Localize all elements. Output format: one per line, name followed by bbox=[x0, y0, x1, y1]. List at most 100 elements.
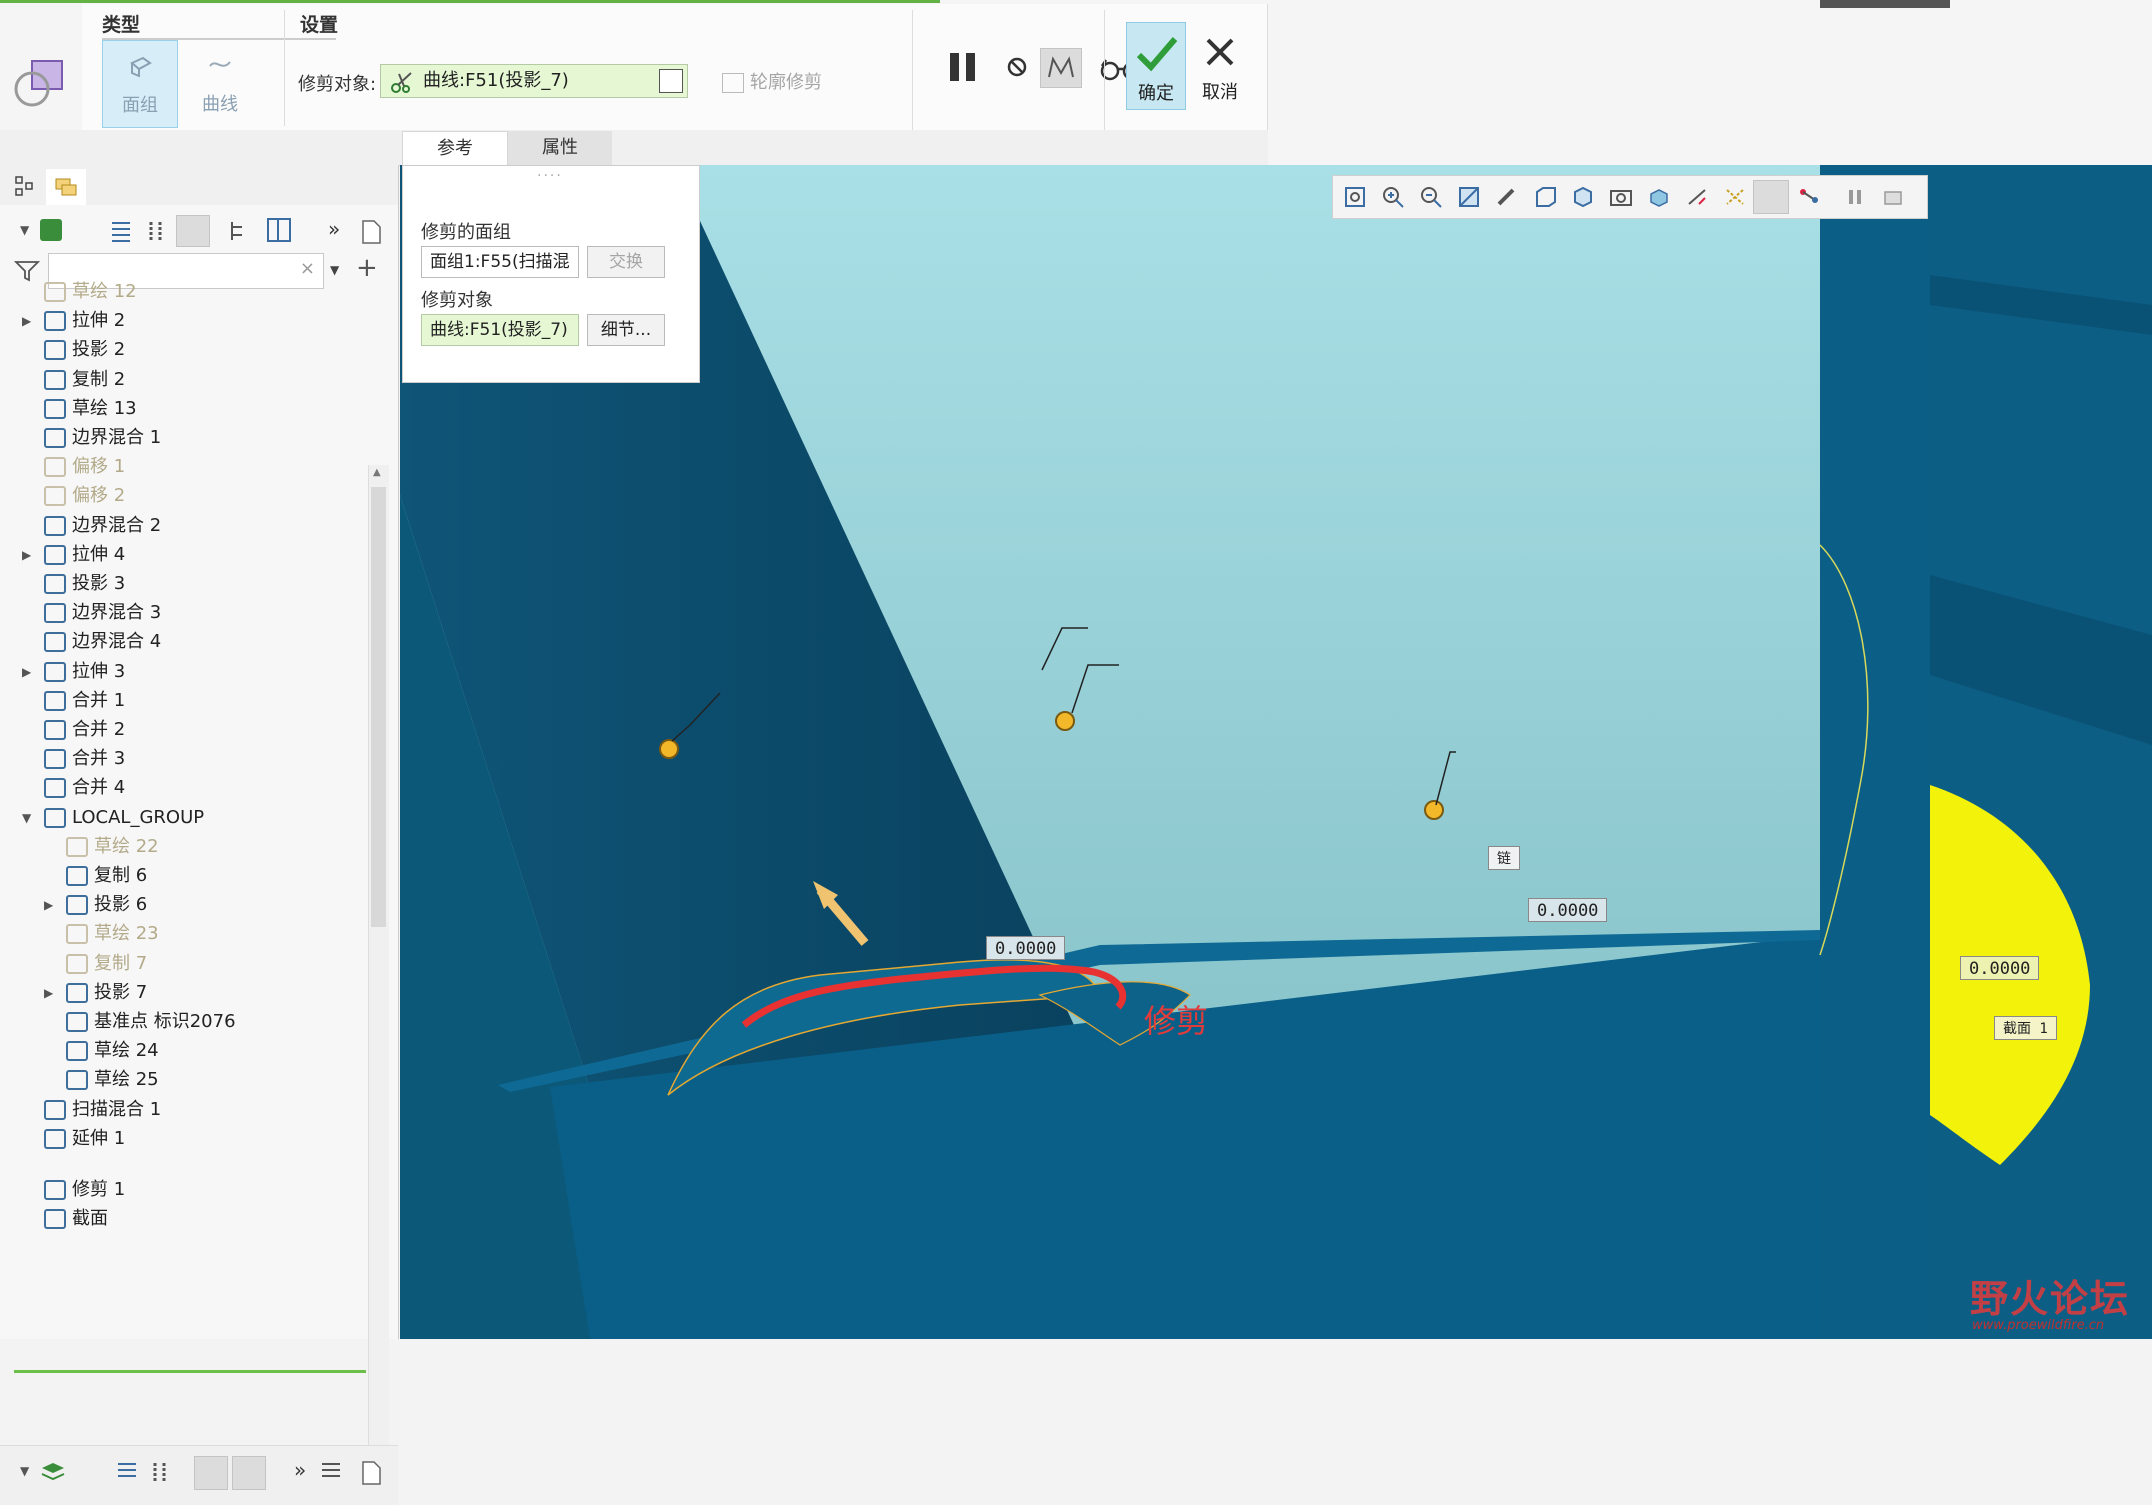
tree-item[interactable]: 基准点 标识2076 bbox=[66, 1007, 236, 1037]
tree-expand-icon[interactable]: ▶ bbox=[22, 540, 31, 570]
contour-trim-toggle[interactable]: 轮廓修剪 bbox=[722, 68, 822, 94]
list-view-icon[interactable] bbox=[108, 219, 134, 243]
layer-show-button[interactable] bbox=[194, 1456, 228, 1490]
document-icon[interactable] bbox=[360, 219, 382, 245]
tree-expand-icon[interactable]: ▶ bbox=[44, 890, 53, 920]
datum-plane-icon[interactable] bbox=[1685, 186, 1709, 208]
model-tree-tab-icon[interactable] bbox=[14, 175, 36, 197]
spin-center-icon[interactable] bbox=[1797, 186, 1821, 208]
tab-references[interactable]: 参考 bbox=[402, 131, 508, 166]
chain-tag[interactable]: 链 bbox=[1488, 846, 1520, 870]
pick-object-icon[interactable] bbox=[659, 69, 683, 93]
search-dropdown-icon[interactable]: ▼ bbox=[330, 263, 339, 277]
clear-search-icon[interactable]: × bbox=[300, 258, 315, 279]
filter-icon[interactable] bbox=[14, 259, 40, 283]
layer-more-icon[interactable]: » bbox=[294, 1458, 306, 1482]
tree-item[interactable]: 合并 3 bbox=[44, 744, 125, 774]
tree-collapse-arrow[interactable]: ▼ bbox=[20, 223, 29, 237]
tab-properties[interactable]: 属性 bbox=[508, 131, 612, 165]
feature-preview-button[interactable] bbox=[1040, 48, 1082, 88]
trim-object-panel-field[interactable]: 曲线:F51(投影_7) bbox=[421, 314, 579, 346]
tree-item[interactable]: 投影 2 bbox=[44, 335, 125, 365]
annotation-display-button[interactable] bbox=[1753, 180, 1789, 214]
tree-settings-button[interactable] bbox=[176, 215, 210, 247]
tree-item[interactable]: 投影 3 bbox=[44, 569, 125, 599]
display-style-icon[interactable] bbox=[1533, 186, 1557, 208]
type-curve-button[interactable]: 曲线 bbox=[182, 40, 258, 128]
dim-label-left[interactable]: 0.0000 bbox=[986, 936, 1066, 960]
tree-item[interactable]: 偏移 1 bbox=[44, 452, 125, 482]
layer-columns-icon[interactable] bbox=[152, 1460, 168, 1484]
section-drag-handle[interactable] bbox=[1424, 800, 1444, 820]
tree-item[interactable]: 复制 2 bbox=[44, 365, 125, 395]
dim-label-right[interactable]: 0.0000 bbox=[1528, 898, 1608, 922]
tree-item[interactable]: 合并 2 bbox=[44, 715, 125, 745]
tree-scrollbar[interactable]: ▲ ▼ bbox=[368, 465, 389, 1445]
end-drag-handle[interactable] bbox=[1055, 711, 1075, 731]
confirm-button[interactable]: 确定 bbox=[1126, 22, 1186, 110]
tree-item[interactable]: 草绘 13 bbox=[44, 394, 137, 424]
scroll-thumb[interactable] bbox=[371, 487, 386, 927]
tree-item[interactable]: 截面 bbox=[44, 1204, 108, 1234]
tree-item[interactable]: 复制 6 bbox=[66, 861, 147, 891]
add-icon[interactable]: + bbox=[356, 253, 378, 283]
tree-item[interactable]: 草绘 22 bbox=[66, 832, 159, 862]
scroll-up-icon[interactable]: ▲ bbox=[373, 467, 381, 478]
tree-filter-icon[interactable] bbox=[228, 219, 254, 243]
repaint-icon[interactable] bbox=[1457, 186, 1481, 208]
dim-label-far-right[interactable]: 0.0000 bbox=[1960, 956, 2040, 980]
perspective-icon[interactable] bbox=[1495, 186, 1519, 208]
type-quilt-button[interactable]: 面组 bbox=[102, 40, 178, 128]
trimmed-quilt-field[interactable]: 面组1:F55(扫描混 bbox=[421, 246, 579, 278]
refit-icon[interactable] bbox=[1343, 186, 1367, 208]
tree-columns-icon[interactable] bbox=[266, 217, 292, 243]
zoom-in-icon[interactable] bbox=[1381, 186, 1405, 208]
tree-item[interactable]: ▶ 拉伸 3 bbox=[22, 657, 125, 687]
tree-item[interactable]: 合并 1 bbox=[44, 686, 125, 716]
trim-object-field[interactable]: 曲线:F51(投影_7) bbox=[380, 64, 688, 98]
tree-item[interactable]: 边界混合 4 bbox=[44, 627, 161, 657]
layer-collapse-arrow[interactable]: ▼ bbox=[20, 1464, 29, 1478]
tree-item[interactable]: ▶ 投影 6 bbox=[44, 890, 147, 920]
cancel-button[interactable]: 取消 bbox=[1190, 22, 1250, 110]
tree-item[interactable]: 修剪 1 bbox=[44, 1175, 125, 1205]
tree-expand-icon[interactable]: ▶ bbox=[22, 306, 31, 336]
layer-hide-button[interactable] bbox=[232, 1456, 266, 1490]
tree-item[interactable]: 延伸 1 bbox=[44, 1124, 125, 1154]
more-icon[interactable]: » bbox=[328, 217, 340, 241]
tree-item[interactable]: 扫描混合 1 bbox=[44, 1095, 161, 1125]
tree-expand-icon[interactable]: ▶ bbox=[44, 978, 53, 1008]
tree-item[interactable]: 边界混合 1 bbox=[44, 423, 161, 453]
start-drag-handle[interactable] bbox=[659, 739, 679, 759]
panel-grip[interactable]: ···· bbox=[537, 168, 563, 184]
tree-item[interactable]: 草绘 24 bbox=[66, 1036, 159, 1066]
tree-item[interactable]: 复制 7 bbox=[66, 949, 147, 979]
columns-icon[interactable] bbox=[148, 219, 164, 243]
tree-item[interactable]: ▶ 拉伸 2 bbox=[22, 306, 125, 336]
tree-item[interactable]: 偏移 2 bbox=[44, 481, 125, 511]
tree-item[interactable]: 合并 4 bbox=[44, 773, 125, 803]
layer-doc-icon[interactable] bbox=[360, 1460, 382, 1486]
datum-axis-icon[interactable] bbox=[1723, 186, 1747, 208]
layer-props-icon[interactable] bbox=[318, 1460, 344, 1484]
tree-item[interactable]: ▶ 拉伸 4 bbox=[22, 540, 125, 570]
tree-expand-icon[interactable]: ▼ bbox=[22, 803, 31, 833]
saved-views-icon[interactable] bbox=[1571, 186, 1595, 208]
swap-button[interactable]: 交换 bbox=[587, 246, 665, 278]
tree-expand-icon[interactable]: ▶ bbox=[22, 657, 31, 687]
camera-icon[interactable] bbox=[1609, 186, 1633, 208]
tree-item[interactable]: ▼ LOCAL_GROUP bbox=[22, 803, 204, 833]
tree-item[interactable]: 草绘 23 bbox=[66, 919, 159, 949]
tree-item[interactable]: 草绘 12 bbox=[44, 277, 137, 307]
zoom-out-icon[interactable] bbox=[1419, 186, 1443, 208]
insert-here-marker[interactable] bbox=[14, 1370, 366, 1373]
tree-item[interactable]: 边界混合 3 bbox=[44, 598, 161, 628]
pause-icon[interactable] bbox=[946, 50, 980, 84]
details-button[interactable]: 细节... bbox=[587, 314, 665, 346]
tree-item[interactable]: ▶ 投影 7 bbox=[44, 978, 147, 1008]
no-preview-icon[interactable] bbox=[1006, 56, 1028, 78]
section-tag[interactable]: 截面 1 bbox=[1994, 1016, 2057, 1040]
tree-item[interactable]: 草绘 25 bbox=[66, 1065, 159, 1095]
layer-tab[interactable] bbox=[46, 169, 86, 205]
pause-render-icon[interactable] bbox=[1843, 186, 1867, 208]
